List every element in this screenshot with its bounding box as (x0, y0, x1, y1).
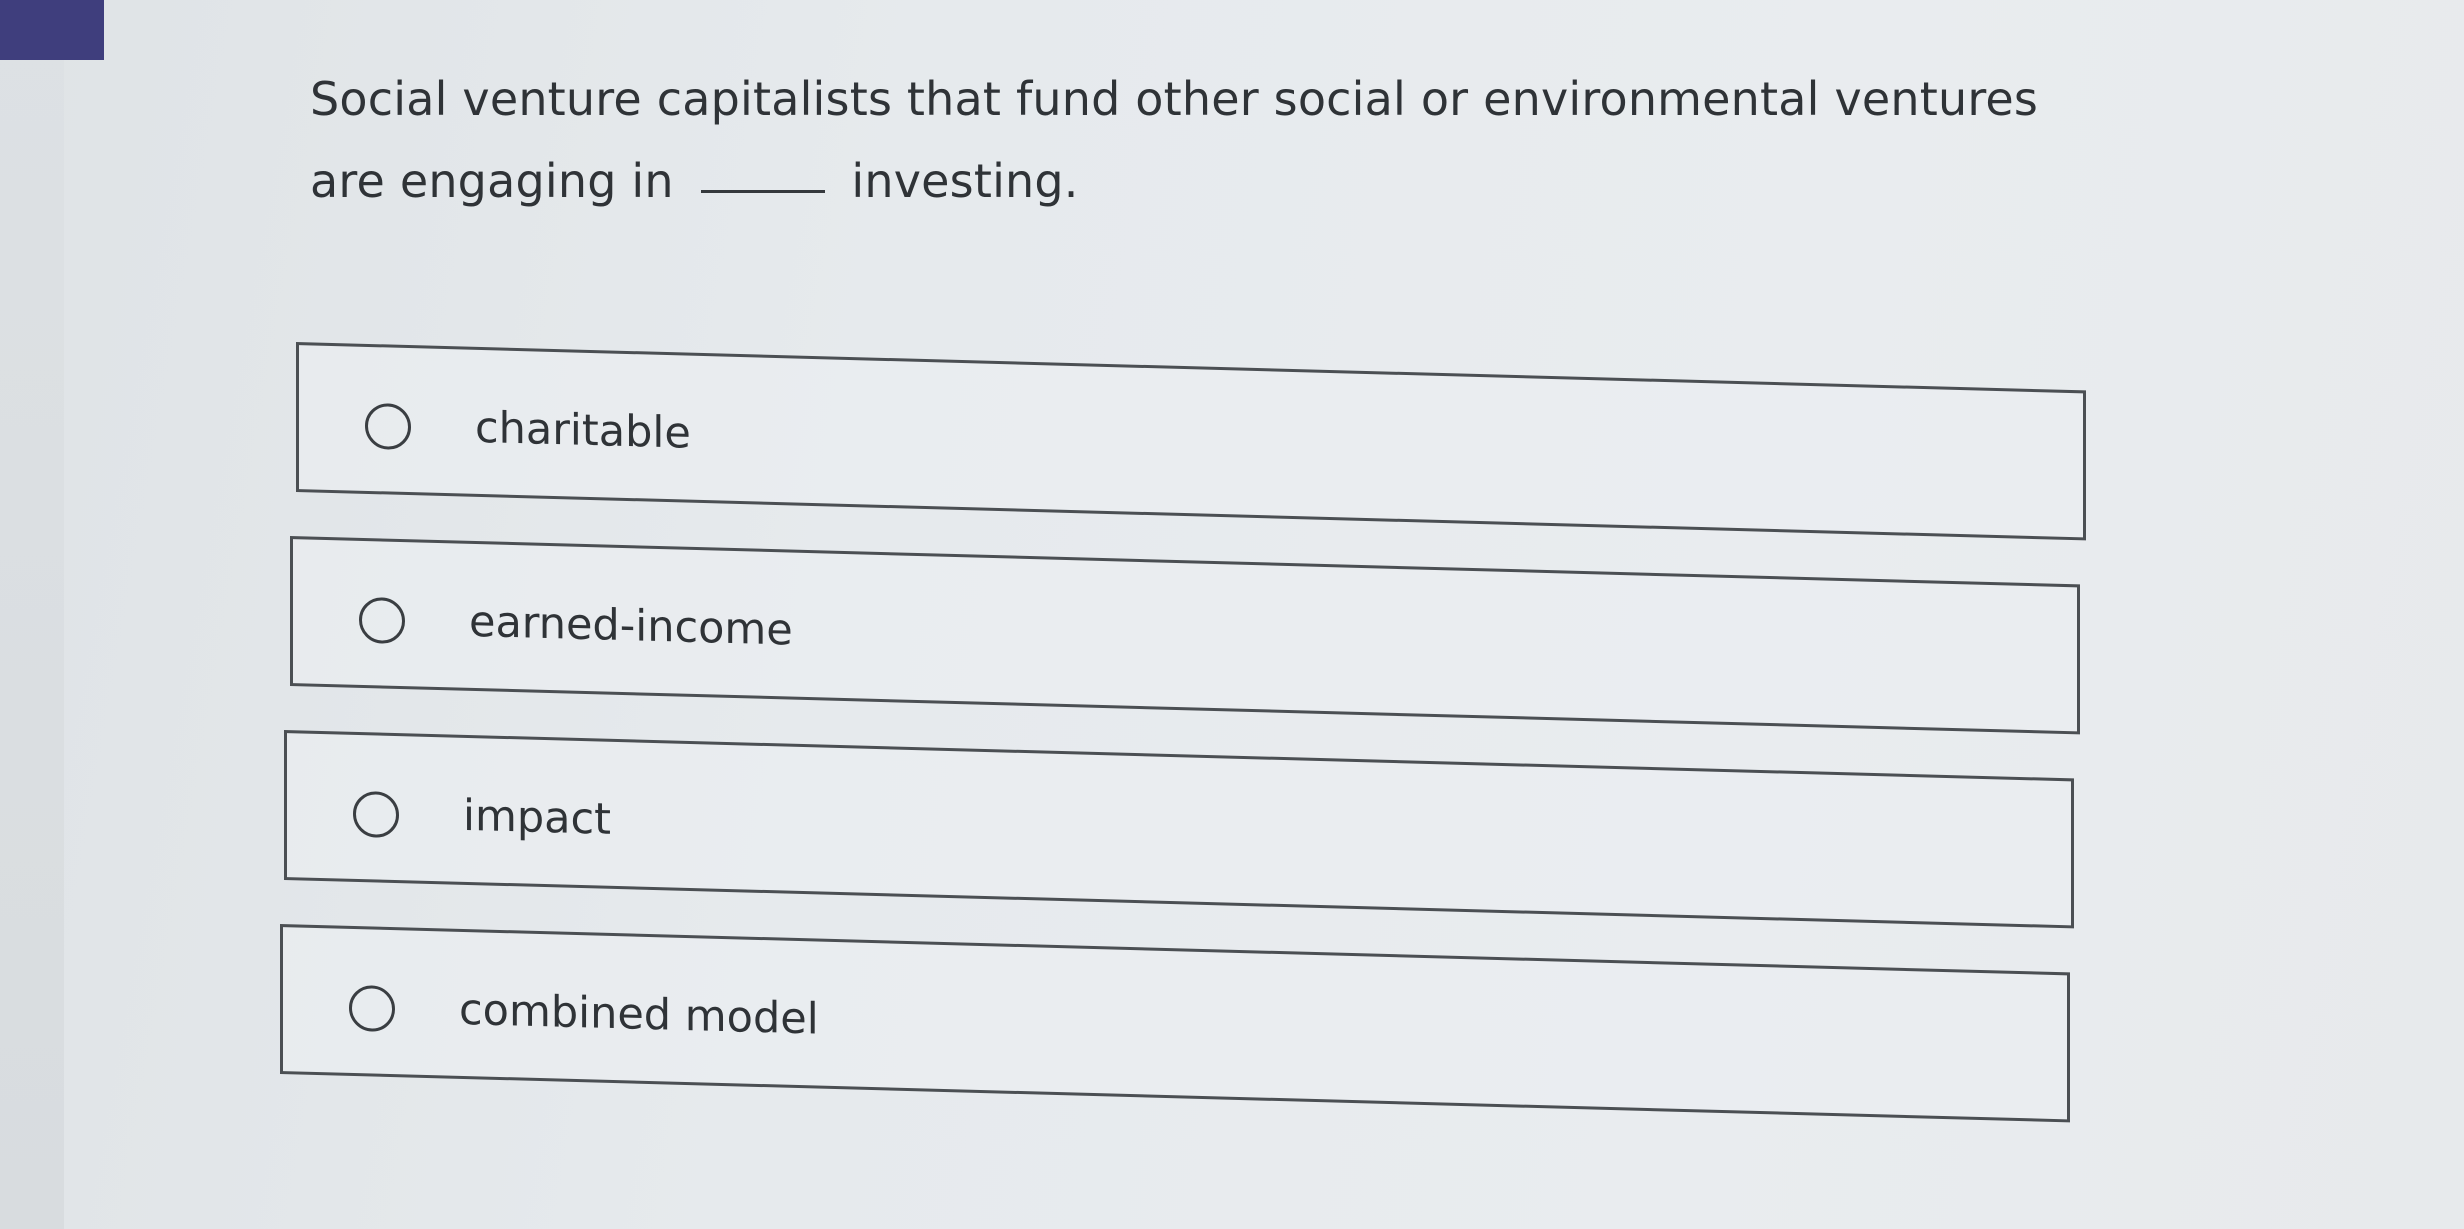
answer-option-label: impact (463, 790, 611, 845)
header-accent-block (0, 0, 104, 60)
answer-option-earned-income[interactable]: earned-income (290, 536, 2080, 735)
question-prompt: Social venture capitalists that fund oth… (310, 58, 2110, 222)
radio-button[interactable] (353, 790, 399, 839)
fill-in-blank (700, 184, 825, 193)
answer-option-label: earned-income (469, 596, 793, 656)
question-text-before-blank: Social venture capitalists that fund oth… (310, 72, 2039, 208)
answer-option-label: combined model (459, 984, 819, 1045)
radio-button[interactable] (365, 402, 411, 451)
answer-option-label: charitable (475, 402, 691, 459)
answer-options: charitable earned-income impact combined… (280, 342, 2086, 1123)
answer-option-combined-model[interactable]: combined model (280, 924, 2070, 1123)
answer-option-impact[interactable]: impact (284, 730, 2074, 929)
question-text-after-blank: investing. (851, 154, 1079, 208)
radio-button[interactable] (359, 596, 405, 645)
left-page-strip (0, 0, 64, 1229)
radio-button[interactable] (349, 984, 395, 1033)
answer-option-charitable[interactable]: charitable (296, 342, 2086, 541)
